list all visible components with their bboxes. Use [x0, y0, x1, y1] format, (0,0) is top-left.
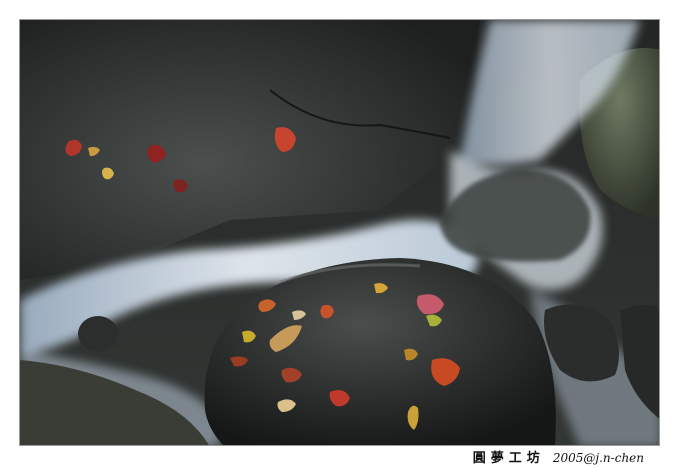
stream-photo — [20, 20, 659, 445]
photo-caption: 圓夢工坊 2005@j.n-chen — [473, 450, 644, 467]
photo-frame — [19, 19, 660, 446]
studio-name: 圓夢工坊 — [472, 451, 545, 466]
photo-credit: 2005@j.n-chen — [552, 451, 644, 465]
